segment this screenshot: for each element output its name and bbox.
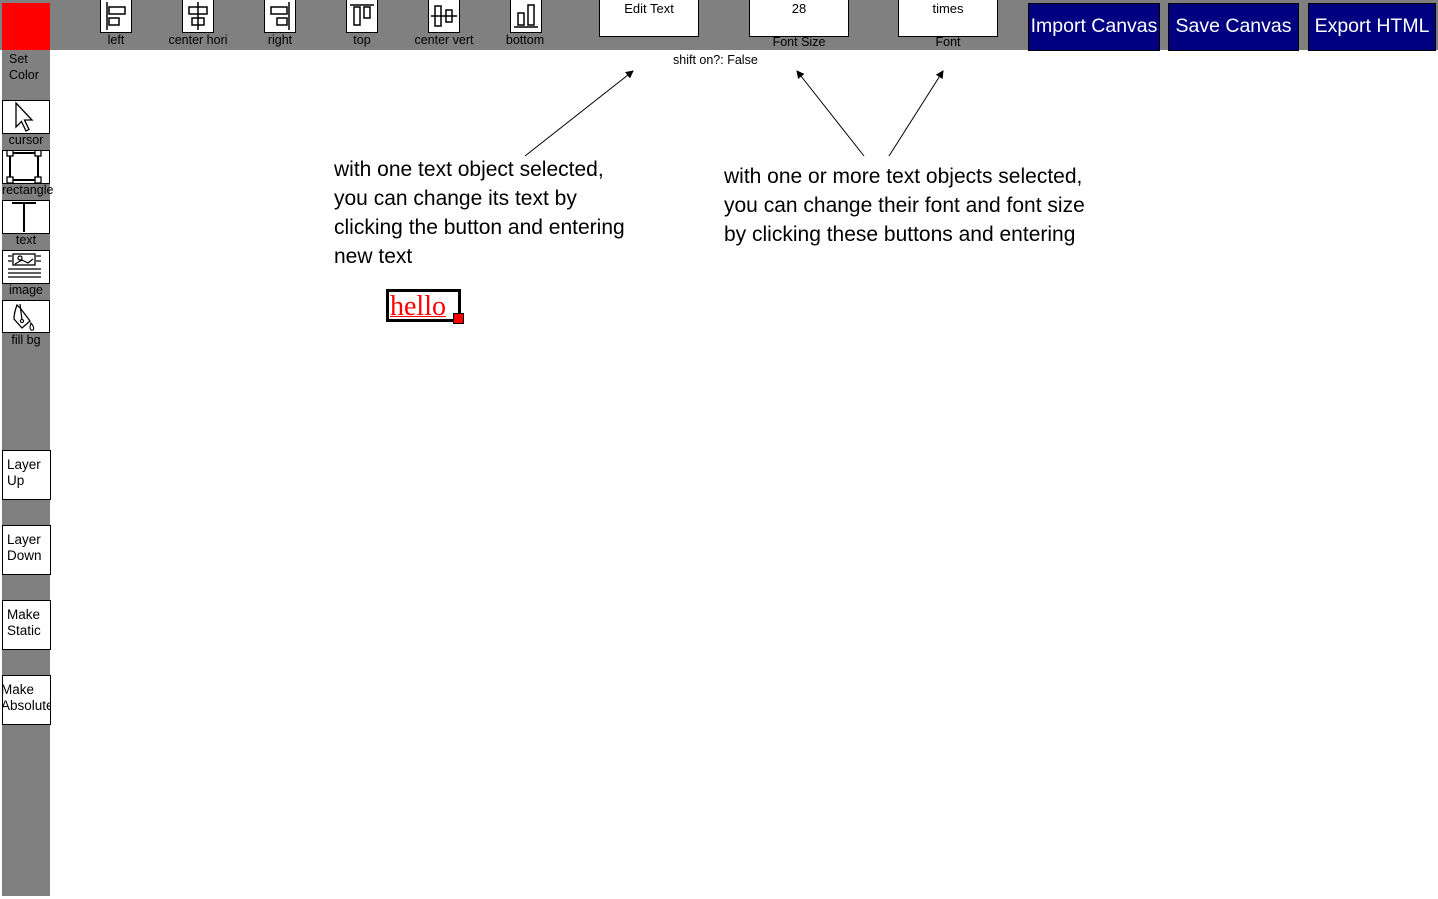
annotation-edit-text: with one text object selected, you can c… — [334, 155, 625, 271]
annotation-line: you can change their font and font size — [724, 194, 1085, 217]
annotation-line: with one text object selected, — [334, 158, 604, 181]
resize-handle[interactable] — [453, 313, 464, 324]
annotation-line: clicking the button and entering — [334, 216, 625, 239]
arrow-to-edit-text — [524, 70, 634, 157]
arrow-to-font — [888, 70, 944, 157]
arrow-to-font-size — [796, 70, 865, 157]
annotation-line: new text — [334, 245, 413, 268]
canvas-text-object[interactable]: hello — [386, 289, 461, 322]
annotation-line: by clicking these buttons and entering — [724, 223, 1076, 246]
annotation-arrows — [524, 70, 944, 157]
annotation-line: you can change its text by — [334, 187, 577, 210]
annotation-line: with one or more text objects selected, — [724, 165, 1083, 188]
annotation-font-controls: with one or more text objects selected, … — [724, 162, 1085, 249]
